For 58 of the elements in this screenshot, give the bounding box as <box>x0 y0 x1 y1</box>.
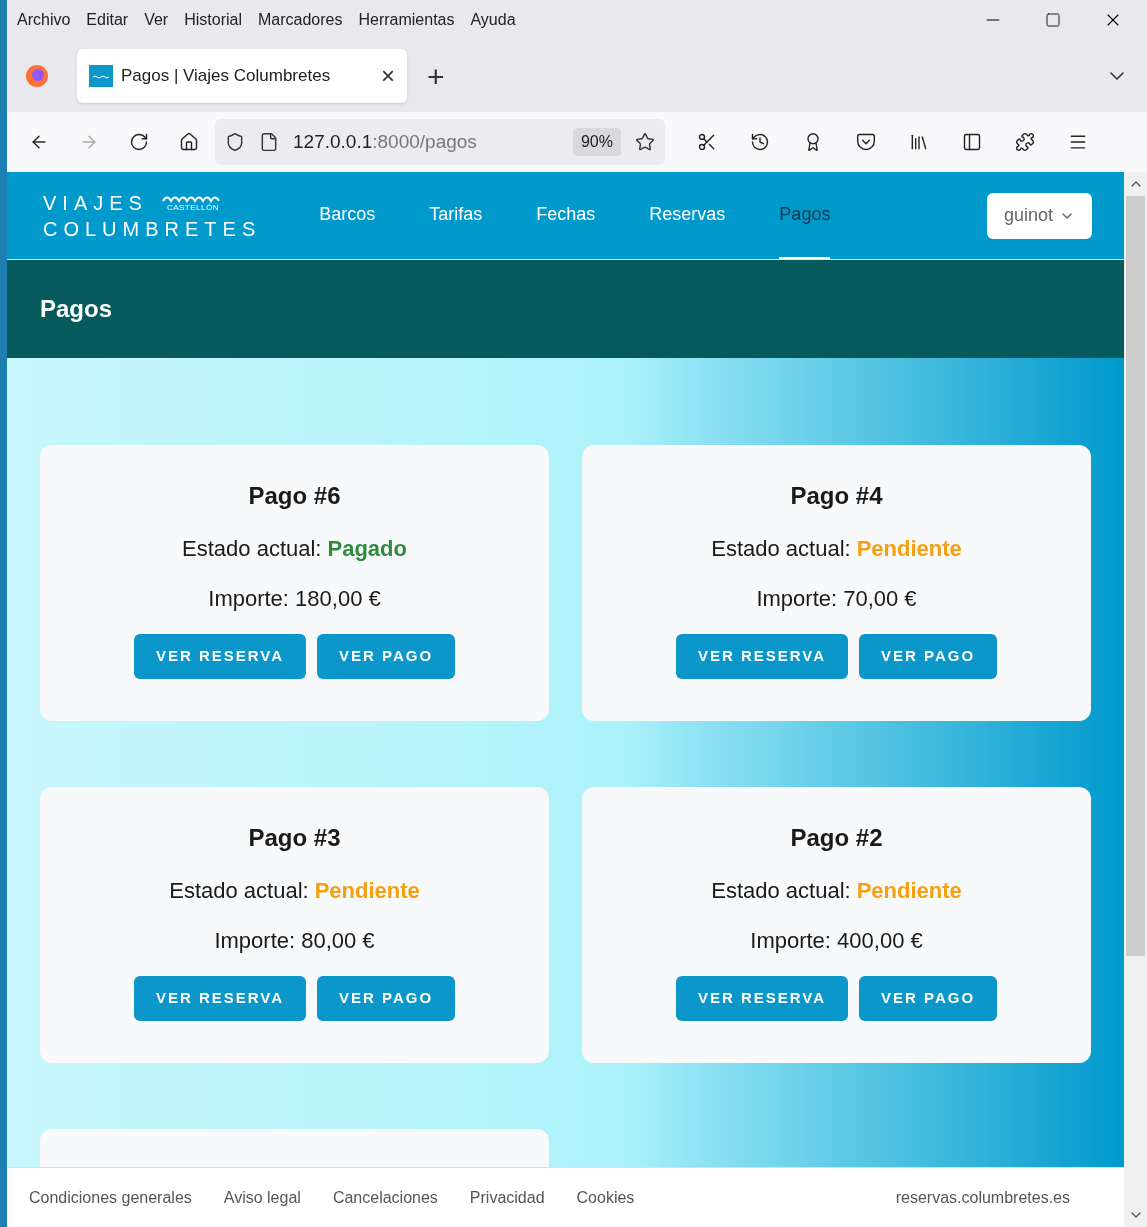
page-title: Pagos <box>40 294 113 324</box>
page-icon[interactable] <box>259 132 279 152</box>
menu-item[interactable]: Herramientas <box>358 8 455 32</box>
zoom-badge[interactable]: 90% <box>572 128 621 156</box>
history-icon[interactable] <box>750 132 770 152</box>
status-text: Pendiente <box>314 877 420 905</box>
user-menu-button[interactable]: guinot <box>986 192 1092 239</box>
footer-link[interactable]: Aviso legal <box>223 1185 301 1210</box>
status-label: Estado actual: <box>711 877 851 905</box>
url-text: 127.0.0.1:8000/pagos <box>293 129 477 154</box>
address-bar[interactable]: 127.0.0.1:8000/pagos 90% <box>215 119 665 165</box>
footer-link[interactable]: Condiciones generales <box>29 1185 192 1210</box>
menu-item[interactable]: Archivo <box>17 8 71 32</box>
sidebar-icon[interactable] <box>962 132 982 152</box>
bookmark-star-icon[interactable] <box>635 132 655 152</box>
scroll-thumb[interactable] <box>1126 196 1145 956</box>
pocket-icon[interactable] <box>856 132 876 152</box>
home-icon[interactable] <box>179 132 199 152</box>
menu-item[interactable]: Ver <box>144 8 169 32</box>
footer-link[interactable]: Privacidad <box>469 1185 545 1210</box>
amount-text: Importe: 70,00 € <box>756 584 917 612</box>
footer-link[interactable]: Cookies <box>576 1185 635 1210</box>
menu-item[interactable]: Ayuda <box>470 8 516 32</box>
amount-text: Importe: 400,00 € <box>750 926 923 954</box>
logo-text: VIAJES <box>43 192 148 213</box>
footer-domain: reservas.columbretes.es <box>895 1187 1070 1208</box>
logo-subtitle: CASTELLÓN <box>166 203 219 212</box>
menu-item[interactable]: Marcadores <box>257 8 343 32</box>
menu-icon[interactable] <box>1068 132 1088 152</box>
footer-link[interactable]: Cancelaciones <box>332 1185 438 1210</box>
browser-logo-icon[interactable] <box>25 64 49 88</box>
status-text: Pagado <box>327 535 407 563</box>
menu-item[interactable]: Editar <box>86 8 129 32</box>
reload-icon[interactable] <box>129 132 149 152</box>
maximize-icon[interactable] <box>1045 12 1061 28</box>
menu-item[interactable]: Historial <box>184 8 242 32</box>
browser-tab[interactable]: Pagos | Viajes Columbretes × <box>77 49 407 103</box>
library-icon[interactable] <box>909 132 929 152</box>
status-label: Estado actual: <box>169 877 309 905</box>
amount-text: Importe: 80,00 € <box>214 926 375 954</box>
status-label: Estado actual: <box>182 535 322 563</box>
amount-text: Importe: 180,00 € <box>208 584 381 612</box>
shield-icon[interactable] <box>225 132 245 152</box>
status-text: Pendiente <box>856 877 962 905</box>
scissors-icon[interactable] <box>697 132 717 152</box>
logo-text: COLUMBRETES <box>43 218 262 239</box>
site-favicon-icon <box>89 65 113 87</box>
status-label: Estado actual: <box>711 535 851 563</box>
new-tab-button[interactable]: + <box>427 53 445 99</box>
tab-title: Pagos | Viajes Columbretes <box>121 65 331 88</box>
status-text: Pendiente <box>856 535 962 563</box>
payment-title: Pago #4 <box>790 481 883 511</box>
payment-title: Pago #3 <box>248 823 341 853</box>
scrollbar[interactable] <box>1124 172 1147 1227</box>
extensions-icon[interactable] <box>1015 132 1035 152</box>
payment-title: Pago #6 <box>248 481 341 511</box>
payment-title: Pago #2 <box>790 823 883 853</box>
tab-close-button[interactable]: × <box>381 58 395 94</box>
